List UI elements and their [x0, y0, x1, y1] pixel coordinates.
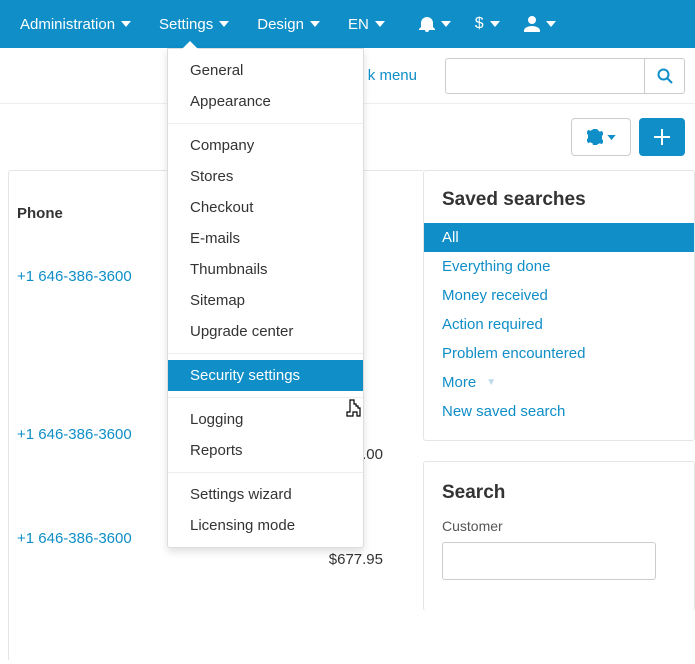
nav-settings-label: Settings: [159, 16, 213, 33]
dd-emails[interactable]: E-mails: [168, 223, 363, 254]
search-panel: Search Customer: [423, 461, 695, 611]
bell-icon: [419, 16, 435, 32]
dollar-icon: $: [475, 15, 484, 33]
dd-licensing[interactable]: Licensing mode: [168, 510, 363, 541]
nav-design[interactable]: Design: [257, 16, 320, 33]
global-search-input[interactable]: [445, 58, 645, 94]
saved-search-more[interactable]: More ▼: [424, 368, 694, 397]
top-navbar: Administration Settings Design EN $: [0, 0, 695, 48]
panel-title: Search: [442, 476, 676, 518]
caret-down-icon: [546, 21, 556, 27]
saved-search-action[interactable]: Action required: [424, 310, 694, 339]
nav-user[interactable]: [524, 16, 556, 32]
dd-stores[interactable]: Stores: [168, 161, 363, 192]
dd-appearance[interactable]: Appearance: [168, 86, 363, 117]
caret-down-icon: [219, 21, 229, 27]
gear-dropdown-button[interactable]: [571, 118, 631, 156]
customer-input[interactable]: [442, 542, 656, 580]
divider: [168, 397, 363, 398]
divider: [168, 472, 363, 473]
dd-reports[interactable]: Reports: [168, 435, 363, 466]
dd-wizard[interactable]: Settings wizard: [168, 479, 363, 510]
quick-menu-link[interactable]: k menu: [368, 67, 417, 84]
user-icon: [524, 16, 540, 32]
panel-title: Saved searches: [424, 185, 694, 223]
caret-down-icon: [441, 21, 451, 27]
dd-thumbnails[interactable]: Thumbnails: [168, 254, 363, 285]
caret-down-icon: [375, 21, 385, 27]
add-button[interactable]: [639, 118, 685, 156]
gear-icon: [587, 129, 603, 145]
dd-security[interactable]: Security settings: [168, 360, 363, 391]
nav-administration-label: Administration: [20, 16, 115, 33]
divider: [168, 353, 363, 354]
dd-checkout[interactable]: Checkout: [168, 192, 363, 223]
new-saved-search[interactable]: New saved search: [424, 397, 694, 426]
caret-down-icon: [310, 21, 320, 27]
saved-search-all[interactable]: All: [424, 223, 694, 252]
nav-design-label: Design: [257, 16, 304, 33]
saved-search-more-label: More: [442, 374, 476, 391]
dd-sitemap[interactable]: Sitemap: [168, 285, 363, 316]
dd-logging[interactable]: Logging: [168, 404, 363, 435]
saved-search-problem[interactable]: Problem encountered: [424, 339, 694, 368]
saved-searches-panel: Saved searches All Everything done Money…: [423, 170, 695, 441]
dd-company[interactable]: Company: [168, 130, 363, 161]
nav-language-label: EN: [348, 16, 369, 33]
caret-down-icon: [607, 135, 616, 140]
global-search: [445, 58, 685, 94]
nav-settings[interactable]: Settings: [159, 16, 229, 33]
plus-icon: [654, 129, 670, 145]
chevron-down-icon: ▼: [486, 377, 496, 388]
customer-label: Customer: [442, 518, 676, 534]
nav-administration[interactable]: Administration: [20, 16, 131, 33]
nav-currency[interactable]: $: [475, 15, 500, 33]
saved-search-money[interactable]: Money received: [424, 281, 694, 310]
settings-dropdown: General Appearance Company Stores Checko…: [167, 48, 364, 548]
dd-general[interactable]: General: [168, 55, 363, 86]
saved-search-done[interactable]: Everything done: [424, 252, 694, 281]
divider: [168, 123, 363, 124]
nav-notifications[interactable]: [419, 16, 451, 32]
caret-down-icon: [121, 21, 131, 27]
search-icon: [657, 68, 673, 84]
global-search-button[interactable]: [645, 58, 685, 94]
dd-upgrade[interactable]: Upgrade center: [168, 316, 363, 347]
nav-language[interactable]: EN: [348, 16, 385, 33]
caret-down-icon: [490, 21, 500, 27]
